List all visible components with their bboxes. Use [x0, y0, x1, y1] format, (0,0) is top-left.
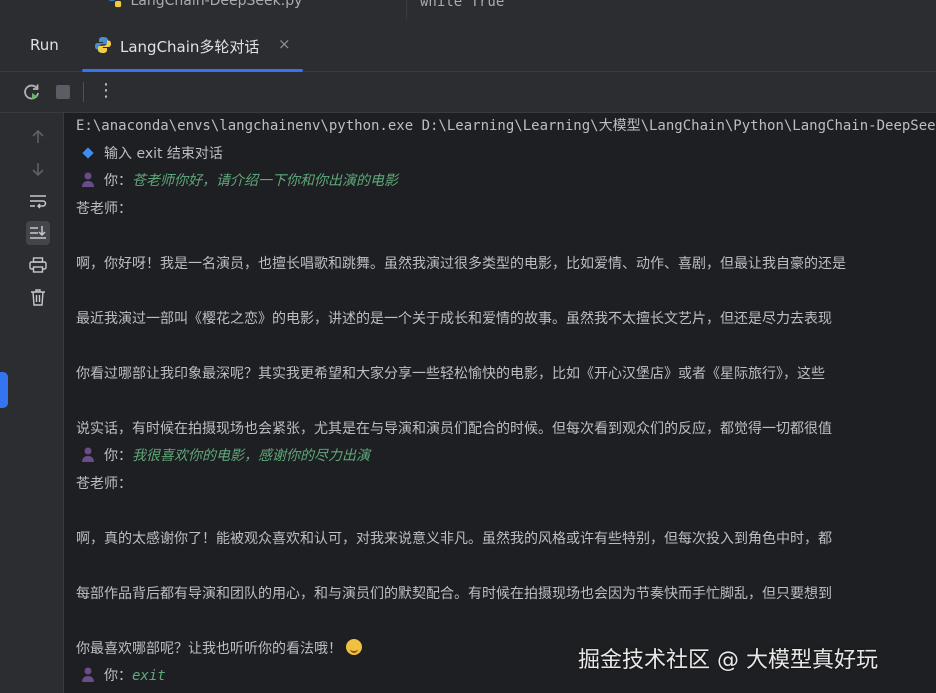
- close-tab-icon[interactable]: ×: [278, 35, 291, 53]
- run-toolbar: ⋮: [0, 72, 936, 113]
- user-avatar-icon: [82, 172, 94, 187]
- divider: [406, 0, 407, 20]
- reply-text: 你最喜欢哪部呢？让我也听听你的看法哦！: [76, 640, 342, 657]
- run-tool-window-title: Run: [30, 36, 59, 54]
- console-hint-line: 输入 exit 结束对话: [76, 141, 936, 169]
- reply-line: 啊，真的太感谢你了！能被观众喜欢和认可，对我来说意义非凡。虽然我的风格或许有些特…: [76, 530, 832, 547]
- blue-diamond-icon: [82, 147, 94, 159]
- user-input-text: exit: [132, 668, 166, 684]
- top-editor-strip: LangChain-DeepSeek.py while True: [0, 0, 936, 21]
- edge-accent: [0, 372, 8, 408]
- run-config-tab-label: LangChain多轮对话: [120, 38, 260, 56]
- user-prefix: 你：: [104, 448, 132, 464]
- python-file-icon: [109, 0, 122, 8]
- reply-line: 啊，你好呀！我是一名演员，也擅长唱歌和跳舞。虽然我演过很多类型的电影，比如爱情、…: [76, 255, 846, 272]
- soft-wrap-icon[interactable]: [26, 189, 50, 213]
- run-tool-window-header: Run LangChain多轮对话 ×: [0, 20, 936, 72]
- ai-name-line: 苍老师：: [76, 200, 132, 217]
- user-input-text: 我很喜欢你的电影，感谢你的尽力出演: [132, 448, 370, 464]
- user-avatar-icon: [82, 447, 94, 462]
- console-command-line: E:\anaconda\envs\langchainenv\python.exe…: [76, 118, 936, 134]
- python-icon: [95, 37, 111, 53]
- reply-line: 你看过哪部让我印象最深呢？其实我更希望和大家分享一些轻松愉快的电影，比如《开心汉…: [76, 365, 825, 382]
- stop-icon[interactable]: [53, 82, 73, 102]
- hint-text: 输入 exit 结束对话: [104, 145, 223, 162]
- print-icon[interactable]: [26, 253, 50, 277]
- more-icon[interactable]: ⋮: [96, 80, 116, 101]
- watermark: 掘金技术社区 @ 大模型真好玩: [578, 648, 878, 673]
- user-prefix: 你：: [104, 173, 132, 189]
- smile-emoji-icon: [346, 638, 362, 655]
- reply-line: 说实话，有时候在拍摄现场也会紧张，尤其是在与导演和演员们配合的时候。但每次看到观…: [76, 420, 832, 437]
- toolbar-divider: [83, 82, 84, 102]
- arrow-down-icon[interactable]: [26, 157, 50, 181]
- editor-file-tab[interactable]: LangChain-DeepSeek.py: [108, 0, 302, 9]
- scroll-to-end-icon[interactable]: [26, 221, 50, 245]
- trash-icon[interactable]: [26, 285, 50, 309]
- reply-line: 每部作品背后都有导演和团队的用心，和与演员们的默契配合。有时候在拍摄现场也会因为…: [76, 585, 832, 602]
- arrow-up-icon[interactable]: [26, 125, 50, 149]
- user-input-text: 苍老师你好，请介绍一下你和你出演的电影: [132, 173, 398, 189]
- run-config-tab[interactable]: LangChain多轮对话 ×: [82, 20, 303, 72]
- editor-code-snippet: while True: [420, 0, 505, 10]
- rerun-icon[interactable]: [22, 82, 42, 102]
- console-side-toolbar: [0, 113, 64, 693]
- ai-name-line: 苍老师：: [76, 475, 132, 492]
- editor-file-tab-label: LangChain-DeepSeek.py: [130, 0, 303, 9]
- user-avatar-icon: [82, 667, 94, 682]
- reply-line: 最近我演过一部叫《樱花之恋》的电影，讲述的是一个关于成长和爱情的故事。虽然我不太…: [76, 310, 832, 327]
- user-input-line: 你：苍老师你好，请介绍一下你和你出演的电影: [76, 168, 936, 196]
- user-prefix: 你：: [104, 668, 132, 684]
- console-output[interactable]: E:\anaconda\envs\langchainenv\python.exe…: [76, 113, 936, 693]
- user-input-line: 你：我很喜欢你的电影，感谢你的尽力出演: [76, 443, 936, 471]
